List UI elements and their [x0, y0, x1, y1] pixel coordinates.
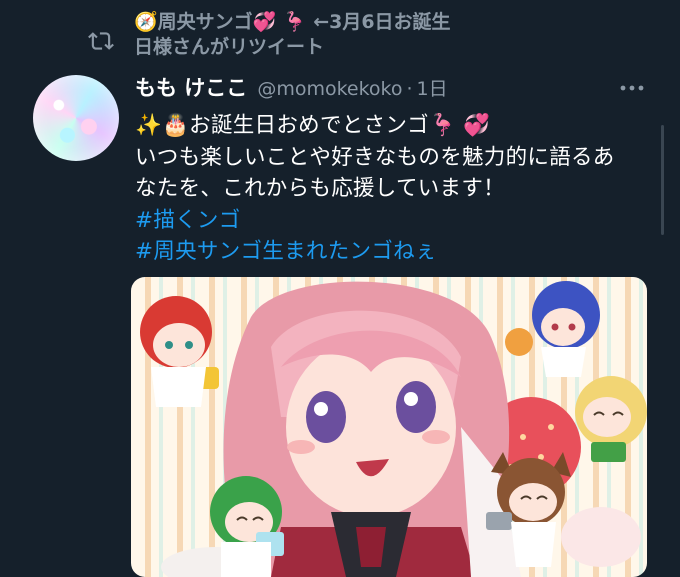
retweet-label[interactable]: 🧭周央サンゴ💞 🦩 ←3月6日お誕生日様さんがリツイート [134, 10, 464, 60]
tweet-header: もも けここ @momokekoko · 1日 [135, 72, 655, 104]
illustration-artwork [140, 281, 647, 577]
display-name[interactable]: もも けここ [135, 72, 247, 102]
scrollbar[interactable] [661, 125, 664, 235]
tweet-timestamp[interactable]: 1日 [417, 74, 448, 101]
tweet-media-image[interactable] [131, 277, 647, 577]
user-avatar[interactable] [33, 75, 119, 161]
retweet-context: 🧭周央サンゴ💞 🦩 ←3月6日お誕生日様さんがリツイート [88, 10, 648, 60]
hashtag-link[interactable]: #周央サンゴ生まれたンゴねぇ [135, 236, 647, 268]
tweet-line-2: いつも楽しいことや好きなものを魅力的に語るあ [135, 144, 615, 170]
user-handle[interactable]: @momokekoko [257, 78, 402, 100]
separator-dot: · [406, 78, 413, 100]
more-options-icon[interactable] [619, 78, 645, 98]
retweet-icon [88, 32, 114, 50]
tweet-line-1: ✨🎂お誕生日おめでとさンゴ🦩 💞 [135, 113, 491, 138]
tweet-text: ✨🎂お誕生日おめでとさンゴ🦩 💞 いつも楽しいことや好きなものを魅力的に語るあ … [135, 110, 647, 268]
hashtag-link[interactable]: #描くンゴ [135, 205, 647, 237]
tweet-line-3: なたを、これからも応援しています！ [135, 176, 505, 201]
